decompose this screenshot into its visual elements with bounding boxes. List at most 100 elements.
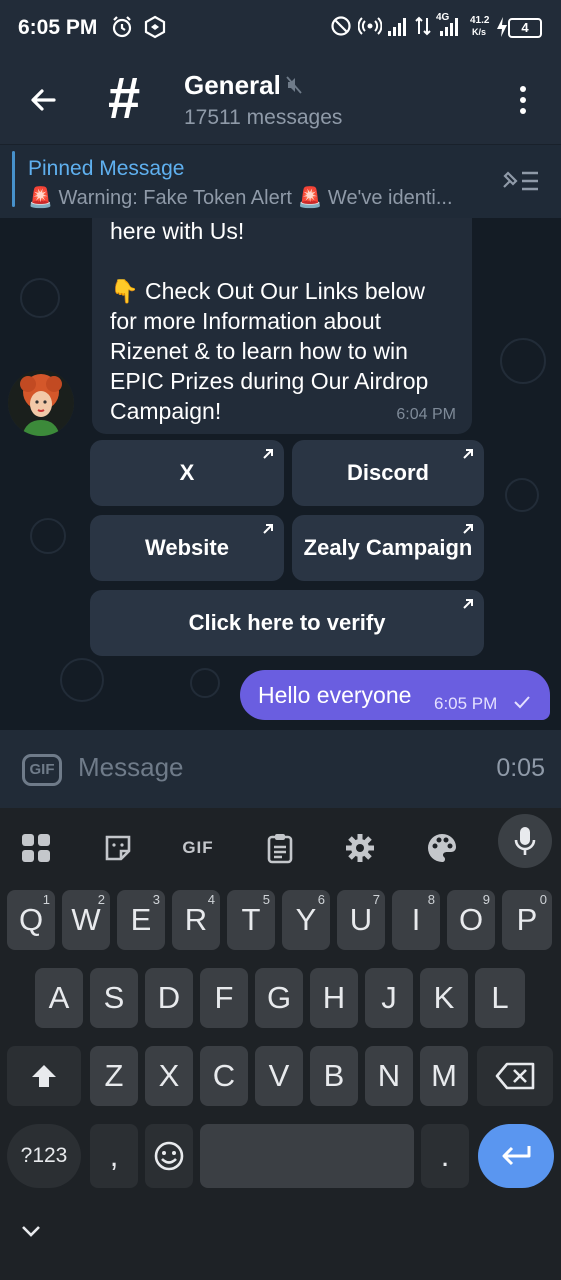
key-k[interactable]: K — [420, 968, 468, 1028]
key-q[interactable]: Q1 — [7, 890, 55, 950]
external-link-icon — [463, 599, 473, 609]
chat-title[interactable]: General — [184, 70, 281, 101]
message-line: 👇 Check Out Our Links below — [110, 278, 425, 304]
key-x[interactable]: X — [145, 1046, 193, 1106]
shield-app-icon — [144, 15, 166, 39]
battery-icon: 4 — [508, 18, 542, 38]
keyboard-gif-button[interactable]: GIF — [176, 826, 220, 870]
apps-grid-icon[interactable] — [14, 826, 58, 870]
chat-header: # General 17511 messages — [0, 58, 561, 144]
comma-key[interactable]: , — [90, 1124, 138, 1188]
sticker-icon[interactable] — [96, 826, 140, 870]
key-y[interactable]: Y6 — [282, 890, 330, 950]
data-arrows-icon — [415, 16, 431, 36]
key-u[interactable]: U7 — [337, 890, 385, 950]
key-z[interactable]: Z — [90, 1046, 138, 1106]
key-r[interactable]: R4 — [172, 890, 220, 950]
emoji-icon — [154, 1141, 184, 1171]
message-input[interactable]: Message — [78, 752, 184, 783]
signal-icon-2 — [440, 18, 458, 36]
enter-key[interactable] — [478, 1124, 554, 1188]
key-s[interactable]: S — [90, 968, 138, 1028]
backspace-key[interactable] — [477, 1046, 553, 1106]
button-label: Click here to verify — [188, 610, 386, 635]
pinned-indicator — [12, 151, 15, 207]
avatar-image — [8, 370, 74, 436]
chat-area[interactable]: here with Us! 👇 Check Out Our Links belo… — [0, 218, 561, 730]
key-t[interactable]: T5 — [227, 890, 275, 950]
wallpaper-doodle — [20, 278, 60, 318]
key-f[interactable]: F — [200, 968, 248, 1028]
record-timer: 0:05 — [496, 754, 545, 782]
channel-hash-icon[interactable]: # — [108, 70, 140, 128]
pinned-title: Pinned Message — [28, 157, 185, 180]
message-line: Rizenet & to learn how to win — [110, 338, 408, 364]
message-line: EPIC Prizes during Our Airdrop — [110, 368, 429, 394]
dnd-icon — [331, 16, 351, 36]
back-arrow-icon[interactable] — [24, 80, 64, 120]
inline-button-verify[interactable]: Click here to verify — [90, 590, 484, 656]
theme-palette-icon[interactable] — [420, 826, 464, 870]
external-link-icon — [463, 449, 473, 459]
inline-button-x[interactable]: X — [90, 440, 284, 506]
status-time: 6:05 PM — [18, 16, 98, 39]
wallpaper-doodle — [500, 338, 546, 384]
key-n[interactable]: N — [365, 1046, 413, 1106]
button-label: X — [179, 460, 195, 485]
key-h[interactable]: H — [310, 968, 358, 1028]
voice-input-button[interactable] — [498, 814, 552, 868]
key-j[interactable]: J — [365, 968, 413, 1028]
key-b[interactable]: B — [310, 1046, 358, 1106]
period-key[interactable]: . — [421, 1124, 469, 1188]
message-time: 6:04 PM — [396, 406, 456, 423]
message-line: here with Us! — [110, 218, 245, 244]
symbols-key[interactable]: ?123 — [7, 1124, 81, 1188]
signal-icon-1 — [388, 18, 406, 36]
net-speed-unit: K/s — [472, 27, 487, 37]
key-o[interactable]: O9 — [447, 890, 495, 950]
key-m[interactable]: M — [420, 1046, 468, 1106]
key-d[interactable]: D — [145, 968, 193, 1028]
key-e[interactable]: E3 — [117, 890, 165, 950]
more-menu-icon[interactable] — [516, 86, 530, 116]
gif-button[interactable]: GIF — [22, 754, 62, 786]
inline-button-discord[interactable]: Discord — [292, 440, 484, 506]
sender-avatar[interactable] — [8, 370, 74, 436]
space-key[interactable] — [200, 1124, 414, 1188]
key-g[interactable]: G — [255, 968, 303, 1028]
wallpaper-doodle — [190, 668, 220, 698]
button-label: Zealy Campaign — [303, 535, 473, 560]
pinned-text: 🚨 Warning: Fake Token Alert 🚨 We've iden… — [28, 187, 453, 209]
backspace-icon — [495, 1062, 535, 1090]
key-i[interactable]: I8 — [392, 890, 440, 950]
outgoing-message[interactable]: Hello everyone 6:05 PM — [240, 670, 550, 720]
pinned-list-icon[interactable] — [500, 167, 542, 195]
key-p[interactable]: P0 — [502, 890, 552, 950]
message-line: for more Information about — [110, 308, 382, 334]
key-l[interactable]: L — [475, 968, 525, 1028]
incoming-message[interactable]: here with Us! 👇 Check Out Our Links belo… — [92, 218, 472, 434]
settings-gear-icon[interactable] — [338, 826, 382, 870]
key-a[interactable]: A — [35, 968, 83, 1028]
key-v[interactable]: V — [255, 1046, 303, 1106]
outgoing-time: 6:05 PM — [434, 694, 498, 713]
wallpaper-doodle — [60, 658, 104, 702]
charging-icon — [497, 17, 507, 37]
key-c[interactable]: C — [200, 1046, 248, 1106]
clipboard-icon[interactable] — [258, 826, 302, 870]
key-w[interactable]: W2 — [62, 890, 110, 950]
inline-button-zealy[interactable]: Zealy Campaign — [292, 515, 484, 581]
message-count: 17511 messages — [184, 106, 343, 129]
inline-button-website[interactable]: Website — [90, 515, 284, 581]
button-label: Discord — [347, 460, 429, 485]
emoji-key[interactable] — [145, 1124, 193, 1188]
hotspot-icon — [358, 17, 382, 35]
hide-keyboard-icon[interactable] — [20, 1224, 42, 1238]
muted-icon — [286, 76, 302, 94]
pinned-message-bar[interactable]: Pinned Message 🚨 Warning: Fake Token Ale… — [0, 144, 561, 218]
shift-icon — [32, 1065, 56, 1087]
message-line — [110, 246, 454, 276]
shift-key[interactable] — [7, 1046, 81, 1106]
outgoing-text: Hello everyone — [258, 682, 412, 708]
external-link-icon — [463, 524, 473, 534]
